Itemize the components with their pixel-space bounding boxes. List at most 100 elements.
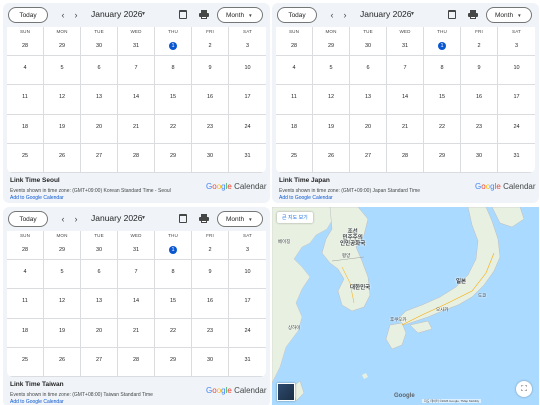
day-cell[interactable]: 23: [461, 114, 498, 144]
print-icon[interactable]: [199, 10, 209, 19]
day-cell[interactable]: WED 31: [387, 27, 424, 57]
day-cell[interactable]: 25: [7, 347, 44, 377]
day-cell[interactable]: TUE 30: [81, 231, 118, 261]
day-cell[interactable]: 10: [498, 56, 535, 86]
day-cell[interactable]: 25: [7, 143, 44, 173]
embedded-map[interactable]: 큰 지도 보기 조선 민주주의 인민공화국 평양 대한민국 일본 도쿄 오사카 …: [272, 207, 539, 405]
day-cell[interactable]: 20: [81, 114, 118, 144]
day-cell[interactable]: 22: [155, 318, 192, 348]
day-cell[interactable]: 30: [461, 143, 498, 173]
day-cell[interactable]: 26: [44, 347, 81, 377]
day-cell[interactable]: 4: [7, 56, 44, 86]
add-to-google-calendar-link[interactable]: Add to Google Calendar: [10, 399, 64, 405]
print-icon[interactable]: [199, 214, 209, 223]
day-cell[interactable]: TUE 30: [81, 27, 118, 57]
day-cell[interactable]: 8: [155, 56, 192, 86]
day-cell[interactable]: 19: [44, 114, 81, 144]
prev-month-chevron-icon[interactable]: ‹: [326, 8, 338, 22]
next-month-chevron-icon[interactable]: ›: [339, 8, 351, 22]
map-type-toggle[interactable]: [277, 383, 295, 401]
day-cell[interactable]: 19: [44, 318, 81, 348]
day-cell[interactable]: 26: [44, 143, 81, 173]
day-cell[interactable]: 12: [44, 289, 81, 319]
day-cell[interactable]: 10: [229, 260, 266, 290]
day-cell[interactable]: SUN 28: [7, 231, 44, 261]
day-cell[interactable]: 16: [192, 85, 229, 115]
day-cell[interactable]: 21: [118, 114, 155, 144]
day-cell[interactable]: 17: [229, 85, 266, 115]
day-cell[interactable]: 5: [44, 260, 81, 290]
day-cell[interactable]: 20: [350, 114, 387, 144]
day-cell[interactable]: FRI 2: [192, 27, 229, 57]
month-title[interactable]: January 2026: [91, 213, 143, 223]
month-title[interactable]: January 2026: [360, 9, 412, 19]
day-cell[interactable]: 15: [155, 289, 192, 319]
day-cell[interactable]: 23: [192, 318, 229, 348]
day-cell[interactable]: 22: [155, 114, 192, 144]
day-cell[interactable]: MON 29: [44, 27, 81, 57]
day-cell[interactable]: 11: [276, 85, 313, 115]
calendar-icon[interactable]: [448, 10, 456, 19]
day-cell[interactable]: 26: [313, 143, 350, 173]
bigger-map-button[interactable]: 큰 지도 보기: [277, 212, 313, 223]
day-cell[interactable]: TUE 30: [350, 27, 387, 57]
day-cell[interactable]: 25: [276, 143, 313, 173]
prev-month-chevron-icon[interactable]: ‹: [57, 212, 69, 226]
day-cell[interactable]: 14: [118, 289, 155, 319]
day-cell[interactable]: 16: [461, 85, 498, 115]
day-cell[interactable]: 20: [81, 318, 118, 348]
day-cell[interactable]: 15: [155, 85, 192, 115]
day-cell[interactable]: THU 1: [155, 231, 192, 261]
day-cell[interactable]: 10: [229, 56, 266, 86]
today-button[interactable]: Today: [8, 7, 48, 23]
day-cell[interactable]: 21: [118, 318, 155, 348]
month-dropdown-caret-icon[interactable]: ▼: [410, 11, 415, 17]
day-cell[interactable]: 9: [192, 260, 229, 290]
day-cell[interactable]: 30: [192, 143, 229, 173]
add-to-google-calendar-link[interactable]: Add to Google Calendar: [279, 195, 333, 201]
day-cell[interactable]: 24: [229, 319, 266, 348]
day-cell[interactable]: 29: [424, 143, 461, 173]
view-mode-button[interactable]: Month ▼: [486, 7, 532, 23]
day-cell[interactable]: MON 29: [44, 231, 81, 261]
day-cell[interactable]: 7: [387, 56, 424, 86]
day-cell[interactable]: FRI 2: [192, 231, 229, 261]
day-cell[interactable]: 4: [7, 260, 44, 290]
day-cell[interactable]: 27: [350, 143, 387, 173]
day-cell[interactable]: 14: [387, 85, 424, 115]
day-cell[interactable]: 14: [118, 85, 155, 115]
day-cell[interactable]: 18: [276, 114, 313, 144]
day-cell[interactable]: SUN 28: [7, 27, 44, 57]
day-cell[interactable]: 28: [387, 143, 424, 173]
day-cell[interactable]: 8: [424, 56, 461, 86]
day-cell[interactable]: 13: [81, 289, 118, 319]
day-cell[interactable]: 18: [7, 318, 44, 348]
day-cell[interactable]: 31: [498, 144, 535, 173]
day-cell[interactable]: 24: [229, 115, 266, 144]
day-cell[interactable]: 21: [387, 114, 424, 144]
day-cell[interactable]: 12: [313, 85, 350, 115]
month-title[interactable]: January 2026: [91, 9, 143, 19]
day-cell[interactable]: 19: [313, 114, 350, 144]
day-cell[interactable]: WED 31: [118, 231, 155, 261]
day-cell[interactable]: 28: [118, 143, 155, 173]
month-dropdown-caret-icon[interactable]: ▼: [141, 11, 146, 17]
day-cell[interactable]: 6: [81, 56, 118, 86]
day-cell[interactable]: 7: [118, 56, 155, 86]
day-cell[interactable]: 23: [192, 114, 229, 144]
day-cell[interactable]: 13: [350, 85, 387, 115]
day-cell[interactable]: MON 29: [313, 27, 350, 57]
day-cell[interactable]: SAT 3: [498, 27, 535, 57]
day-cell[interactable]: 31: [229, 144, 266, 173]
day-cell[interactable]: 17: [498, 85, 535, 115]
calendar-icon[interactable]: [179, 10, 187, 19]
fullscreen-icon[interactable]: ⛶: [516, 381, 532, 397]
next-month-chevron-icon[interactable]: ›: [70, 212, 82, 226]
today-button[interactable]: Today: [277, 7, 317, 23]
day-cell[interactable]: 9: [192, 56, 229, 86]
day-cell[interactable]: 6: [350, 56, 387, 86]
day-cell[interactable]: 29: [155, 143, 192, 173]
day-cell[interactable]: 6: [81, 260, 118, 290]
day-cell[interactable]: 11: [7, 289, 44, 319]
prev-month-chevron-icon[interactable]: ‹: [57, 8, 69, 22]
